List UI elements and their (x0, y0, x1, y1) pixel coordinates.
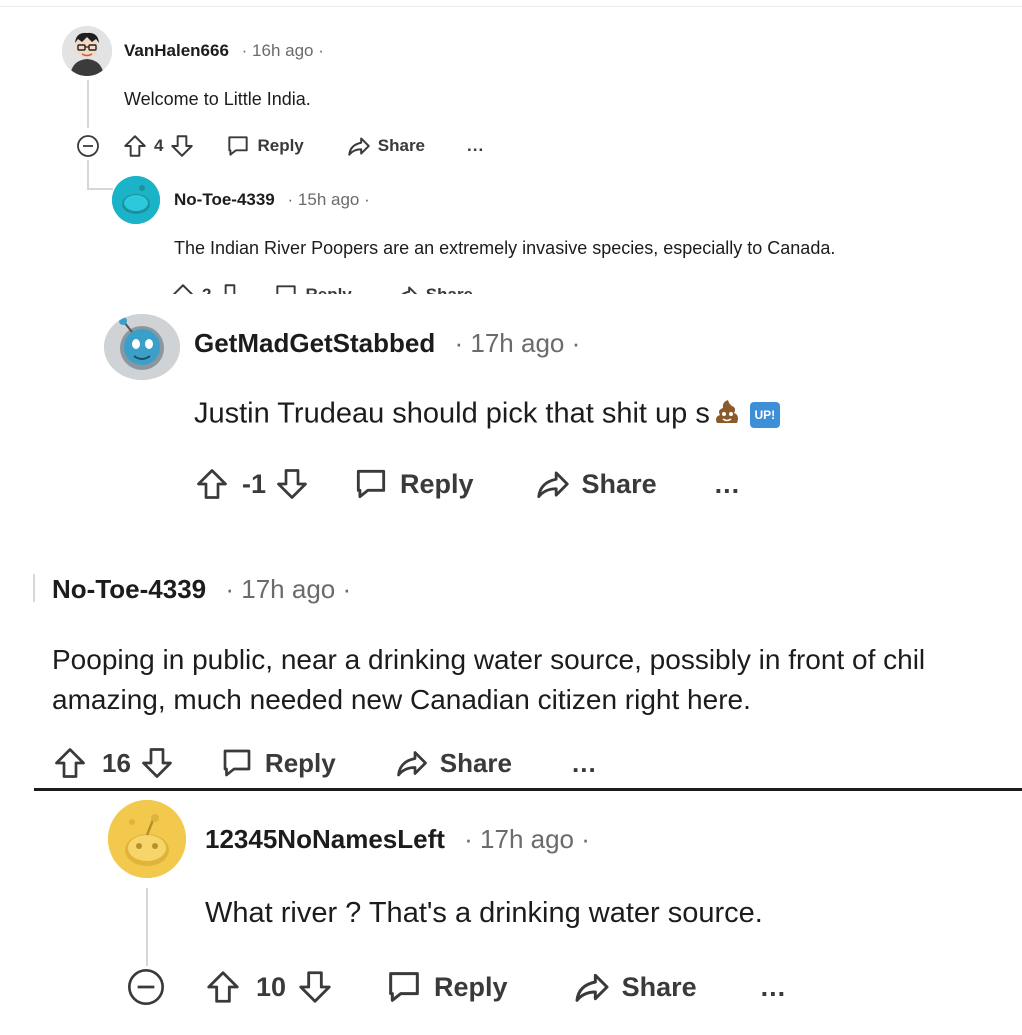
timestamp[interactable]: 17h ago (480, 824, 574, 854)
timestamp[interactable]: 17h ago (470, 328, 564, 358)
downvote-icon[interactable] (217, 282, 243, 294)
more-options-icon[interactable]: ... (467, 136, 484, 156)
vote-count: 10 (256, 971, 287, 1002)
avatar[interactable] (62, 26, 112, 76)
share-label: Share (581, 468, 657, 499)
share-button[interactable]: Share (346, 133, 425, 159)
share-button[interactable]: Share (534, 465, 657, 503)
vote-count: 16 (102, 747, 131, 778)
share-label: Share (426, 285, 473, 294)
avatar[interactable] (108, 800, 186, 878)
reply-button[interactable]: Reply (219, 745, 336, 781)
downvote-icon[interactable] (296, 968, 334, 1006)
share-icon (396, 751, 427, 777)
collapse-icon[interactable] (76, 134, 100, 158)
reply-button[interactable]: Reply (273, 282, 352, 294)
more-options-icon[interactable]: ... (515, 285, 532, 294)
timestamp[interactable]: 16h ago (252, 41, 313, 60)
separator: · (571, 328, 581, 358)
up-emoji-badge: UP! (749, 402, 780, 428)
comment-bubble-icon (228, 136, 249, 156)
username[interactable]: GetMadGetStabbed (194, 328, 435, 358)
screenshot-divider (34, 788, 1022, 791)
upvote-icon[interactable] (194, 466, 230, 502)
upvote-icon[interactable] (170, 282, 196, 294)
comment-text-line: Pooping in public, near a drinking water… (52, 644, 926, 675)
thread-line (146, 888, 148, 966)
reply-button[interactable]: Reply (384, 967, 508, 1007)
share-icon (348, 137, 370, 156)
separator: · (241, 41, 248, 60)
share-button[interactable]: Share (394, 282, 473, 294)
vote-count: 2 (202, 285, 211, 294)
vote-count: 4 (154, 136, 164, 155)
upvote-icon[interactable] (204, 968, 242, 1006)
comment-actions: 10 Reply Share ... (126, 966, 786, 1008)
share-button[interactable]: Share (572, 967, 697, 1007)
username[interactable]: VanHalen666 (124, 41, 229, 60)
reply-label: Reply (434, 971, 508, 1002)
comment-text-line: amazing, much needed new Canadian citize… (52, 684, 751, 715)
username[interactable]: No-Toe-4339 (52, 574, 206, 604)
share-button[interactable]: Share (394, 745, 512, 781)
comment-actions: 4 Reply Share ... (76, 132, 484, 160)
reply-label: Reply (264, 747, 336, 778)
separator: · (581, 824, 590, 854)
reply-label: Reply (400, 468, 474, 499)
share-label: Share (377, 136, 426, 155)
comment-text-row: Justin Trudeau should pick that shit up … (194, 397, 780, 433)
vote-count: -1 (242, 468, 267, 499)
share-label: Share (621, 971, 697, 1002)
downvote-icon[interactable] (139, 745, 175, 781)
separator: · (225, 574, 235, 604)
comment-actions: -1 Reply Share ... (194, 464, 740, 504)
separator: · (287, 190, 294, 209)
thread-line (87, 80, 89, 128)
clipped-actions-row: 2 Reply Share ... (160, 282, 580, 294)
comment-text: Justin Trudeau should pick that shit up … (194, 397, 710, 430)
thread-line (33, 574, 35, 602)
reply-button[interactable]: Reply (225, 133, 304, 159)
comment-bubble-icon (356, 469, 386, 499)
more-options-icon[interactable]: ... (761, 972, 787, 1003)
comment-text: Pooping in public, near a drinking water… (52, 640, 1022, 720)
poop-emoji-icon (712, 397, 742, 433)
avatar[interactable] (104, 314, 180, 380)
separator: · (342, 574, 352, 604)
separator: · (318, 41, 324, 60)
reply-button[interactable]: Reply (352, 465, 474, 503)
separator: · (464, 824, 473, 854)
separator: · (454, 328, 464, 358)
comment-text: The Indian River Poopers are an extremel… (174, 238, 836, 258)
reply-label: Reply (305, 285, 351, 294)
upvote-icon[interactable] (122, 133, 148, 159)
more-options-icon[interactable]: ... (572, 748, 597, 779)
share-icon (575, 973, 609, 1002)
comment-bubble-icon (389, 972, 419, 1002)
downvote-icon[interactable] (274, 466, 310, 502)
comment-text: What river ? That's a drinking water sou… (205, 897, 763, 929)
thread-branch-curve (87, 188, 113, 190)
comment-text: Welcome to Little India. (124, 89, 311, 109)
share-label: Share (439, 747, 512, 778)
thread-branch-line (87, 160, 89, 190)
timestamp[interactable]: 17h ago (241, 574, 335, 604)
comment-bubble-icon (223, 749, 251, 777)
comment-bubble-icon (276, 285, 297, 294)
separator: · (364, 190, 370, 209)
top-border (0, 6, 1022, 7)
share-icon (401, 286, 417, 294)
avatar[interactable] (112, 176, 160, 224)
downvote-icon[interactable] (169, 133, 195, 159)
reply-label: Reply (257, 136, 304, 155)
collapse-icon[interactable] (126, 967, 166, 1007)
username[interactable]: 12345NoNamesLeft (205, 824, 445, 854)
share-icon (536, 471, 569, 499)
timestamp[interactable]: 15h ago (298, 190, 359, 209)
more-options-icon[interactable]: ... (715, 469, 741, 500)
comment-actions: 16 Reply Share ... (52, 743, 597, 783)
username[interactable]: No-Toe-4339 (174, 190, 275, 209)
upvote-icon[interactable] (52, 745, 88, 781)
